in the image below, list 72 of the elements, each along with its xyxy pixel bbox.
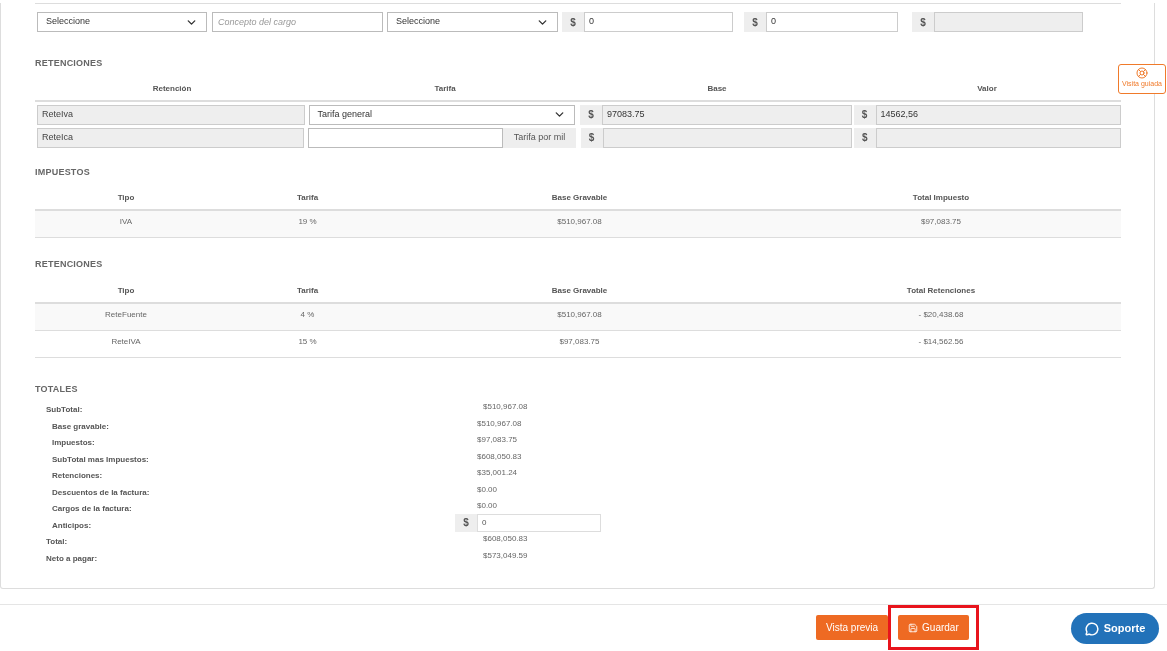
table-cell-text: 15 % <box>297 335 318 348</box>
table-cell-text: 19 % <box>297 216 318 228</box>
table-cell-text: $510,967.08 <box>556 308 603 321</box>
total-label: Retenciones: <box>52 471 103 481</box>
total-value: $0.00 <box>477 500 498 513</box>
chat-bubble-icon <box>1084 621 1099 636</box>
support-button[interactable]: Soporte <box>1071 613 1159 644</box>
table-cell-text: 4 % <box>299 308 316 321</box>
column-header: Base Gravable <box>550 284 609 297</box>
column-header: Retención <box>151 82 193 95</box>
dropdown[interactable]: Tarifa general <box>308 104 576 125</box>
currency-addon: $ <box>912 12 934 32</box>
total-label: Anticipos: <box>52 520 92 530</box>
currency-addon: $ <box>744 12 766 32</box>
table-cell-text: $510,967.08 <box>556 216 603 228</box>
total-value: $573,049.59 <box>483 549 528 562</box>
amount-field[interactable]: 0 <box>584 12 733 32</box>
currency-addon: $ <box>853 104 876 125</box>
withholding-name-field: ReteIva <box>37 104 305 125</box>
column-header: Valor <box>976 82 998 95</box>
tariff-field[interactable] <box>308 127 504 148</box>
column-header: Tarifa <box>433 82 457 95</box>
amount-field[interactable]: 0 <box>766 12 898 32</box>
total-value: $608,050.83 <box>483 533 528 546</box>
currency-addon: $ <box>455 513 477 532</box>
advance-field[interactable]: 0 <box>477 513 601 532</box>
column-header: Base Gravable <box>550 192 609 204</box>
total-label: Total: <box>46 537 68 547</box>
dropdown[interactable]: Seleccione <box>37 12 207 32</box>
amount-field: 97083.75 <box>602 104 852 125</box>
table-cell-text: ReteIVA <box>110 335 142 348</box>
section-title: RETENCIONES <box>35 258 104 271</box>
column-header: Tipo <box>116 284 136 297</box>
currency-addon: $ <box>580 127 603 148</box>
save-icon <box>908 622 919 633</box>
section-title: TOTALES <box>35 382 79 396</box>
total-label: Descuentos de la factura: <box>52 487 150 497</box>
column-header: Tipo <box>116 192 136 204</box>
withholding-name-field: ReteIca <box>37 127 305 148</box>
column-header: Tarifa <box>295 284 320 297</box>
column-header: Total Impuesto <box>911 192 971 204</box>
total-label: SubTotal: <box>46 405 83 415</box>
section-title: RETENCIONES <box>35 57 104 70</box>
total-label: Neto a pagar: <box>46 553 98 563</box>
dropdown[interactable]: Seleccione <box>387 12 558 32</box>
total-value: $608,050.83 <box>477 450 522 463</box>
amount-field: 14562,56 <box>875 104 1121 125</box>
currency-addon: $ <box>853 127 876 148</box>
total-label: SubTotal mas Impuestos: <box>52 454 149 464</box>
table-cell-text: ReteFuente <box>104 308 148 321</box>
table-cell-text: $97,083.75 <box>558 335 601 348</box>
table-cell-text: - $20,438.68 <box>917 308 965 321</box>
total-value: $510,967.08 <box>477 417 522 430</box>
table-cell-text: IVA <box>118 216 134 228</box>
column-header: Tarifa <box>295 192 320 204</box>
currency-addon: $ <box>580 104 603 125</box>
total-value: $35,001.24 <box>477 467 518 480</box>
table-cell-text: $97,083.75 <box>919 216 962 228</box>
total-label: Impuestos: <box>52 438 95 448</box>
section-title: IMPUESTOS <box>35 165 91 179</box>
table-cell-text: - $14,562.56 <box>917 335 965 348</box>
total-label: Base gravable: <box>52 421 109 431</box>
concept-field[interactable]: Concepto del cargo <box>212 12 383 32</box>
lifebuoy-icon <box>1136 67 1148 79</box>
total-value: $510,967.08 <box>483 401 528 414</box>
tariff-addon: Tarifa por mil <box>503 127 576 148</box>
total-label: Cargos de la factura: <box>52 504 132 514</box>
total-value: $97,083.75 <box>477 434 518 447</box>
column-header: Total Retenciones <box>905 284 977 297</box>
currency-addon: $ <box>562 12 584 32</box>
column-header: Base <box>706 82 728 95</box>
total-value: $0.00 <box>477 483 498 496</box>
